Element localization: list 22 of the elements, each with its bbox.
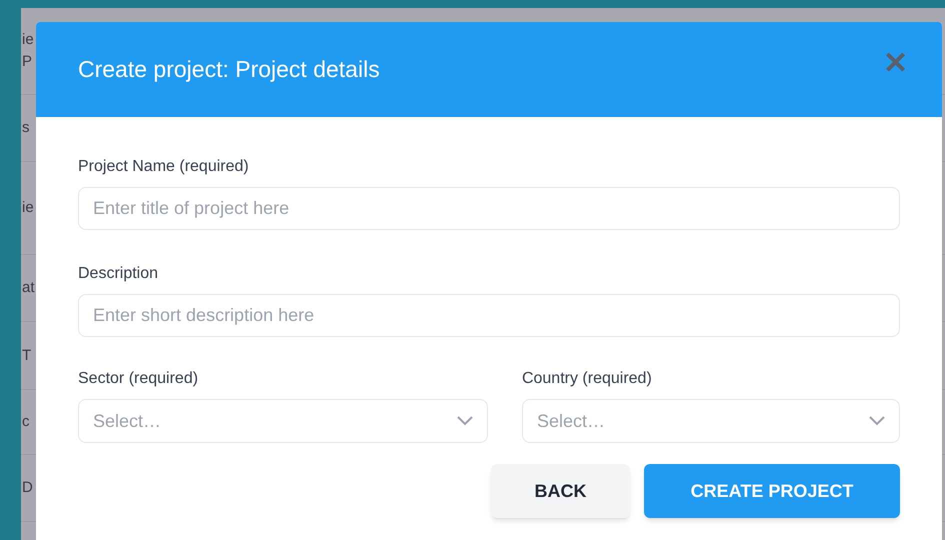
modal-title: Create project: Project details	[78, 55, 380, 84]
chevron-down-icon	[456, 416, 473, 426]
close-button[interactable]: ✕	[883, 48, 908, 78]
row-text: at	[22, 278, 35, 298]
back-button[interactable]: BACK	[491, 464, 630, 518]
create-project-button[interactable]: CREATE PROJECT	[644, 464, 900, 518]
field-label: Country (required)	[522, 369, 653, 389]
row-text: ie	[22, 30, 34, 50]
text-field[interactable]: Enter title of project here	[78, 187, 900, 230]
select-dropdown[interactable]: Select…	[522, 399, 900, 443]
row-text: c	[22, 412, 30, 432]
row-text: D	[22, 478, 33, 498]
field-label: Description	[78, 264, 160, 284]
field-label: Project Name (required)	[78, 157, 250, 177]
row-text: P	[22, 52, 32, 72]
text-field[interactable]: Enter short description here	[78, 294, 900, 337]
field-label: Sector (required)	[78, 369, 200, 389]
row-text: s	[22, 118, 30, 138]
chevron-down-icon	[869, 416, 885, 426]
row-text: ie	[22, 198, 34, 218]
row-text: T	[22, 346, 32, 366]
select-dropdown[interactable]: Select…	[78, 399, 488, 443]
